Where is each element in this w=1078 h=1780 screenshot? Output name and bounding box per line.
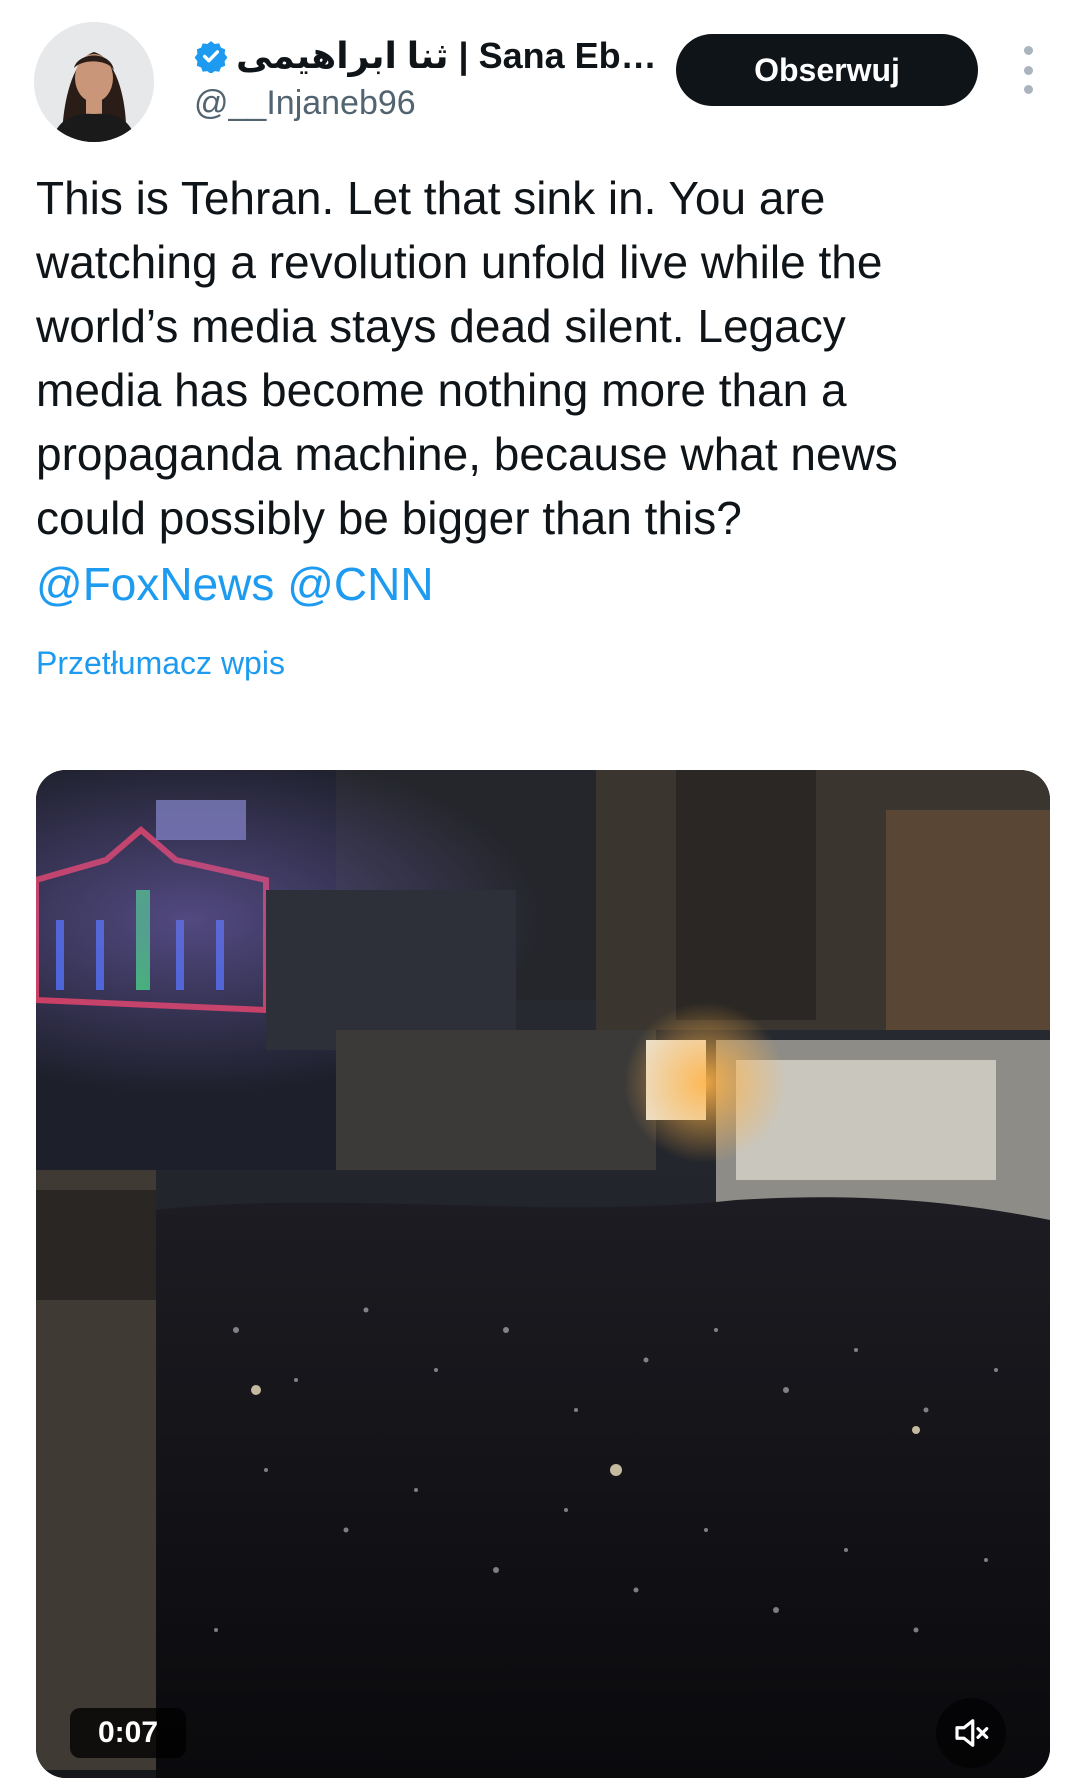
author-name-row[interactable]: ثنا ابراهیمی | Sana Eb… bbox=[194, 34, 657, 78]
more-dot bbox=[1023, 46, 1033, 55]
more-dot bbox=[1023, 65, 1033, 75]
volume-muted-icon[interactable] bbox=[936, 1698, 1006, 1768]
translate-post-link[interactable]: Przetłumacz wpis bbox=[36, 645, 285, 682]
follow-button[interactable]: Obserwuj bbox=[676, 34, 978, 106]
video-player[interactable]: 0:07 bbox=[36, 770, 1050, 1778]
author-display-name[interactable]: ثنا ابراهیمی | Sana Eb… bbox=[236, 35, 657, 77]
more-options-icon[interactable] bbox=[1010, 46, 1046, 94]
author-handle[interactable]: @__Injaneb96 bbox=[194, 84, 416, 123]
video-frame bbox=[36, 770, 1050, 1778]
verified-badge-icon bbox=[194, 39, 228, 73]
tweet-text: This is Tehran. Let that sink in. You ar… bbox=[36, 172, 898, 544]
mention-link[interactable]: @FoxNews bbox=[36, 558, 274, 610]
mentions-row: @FoxNews @CNN bbox=[36, 552, 434, 616]
video-timecode: 0:07 bbox=[70, 1708, 186, 1758]
tweet-header: ثنا ابراهیمی | Sana Eb… @__Injaneb96 Obs… bbox=[0, 0, 1078, 150]
mention-link[interactable]: @CNN bbox=[287, 558, 433, 610]
profile-photo bbox=[34, 22, 154, 142]
avatar[interactable] bbox=[34, 22, 154, 142]
more-dot bbox=[1023, 85, 1033, 94]
